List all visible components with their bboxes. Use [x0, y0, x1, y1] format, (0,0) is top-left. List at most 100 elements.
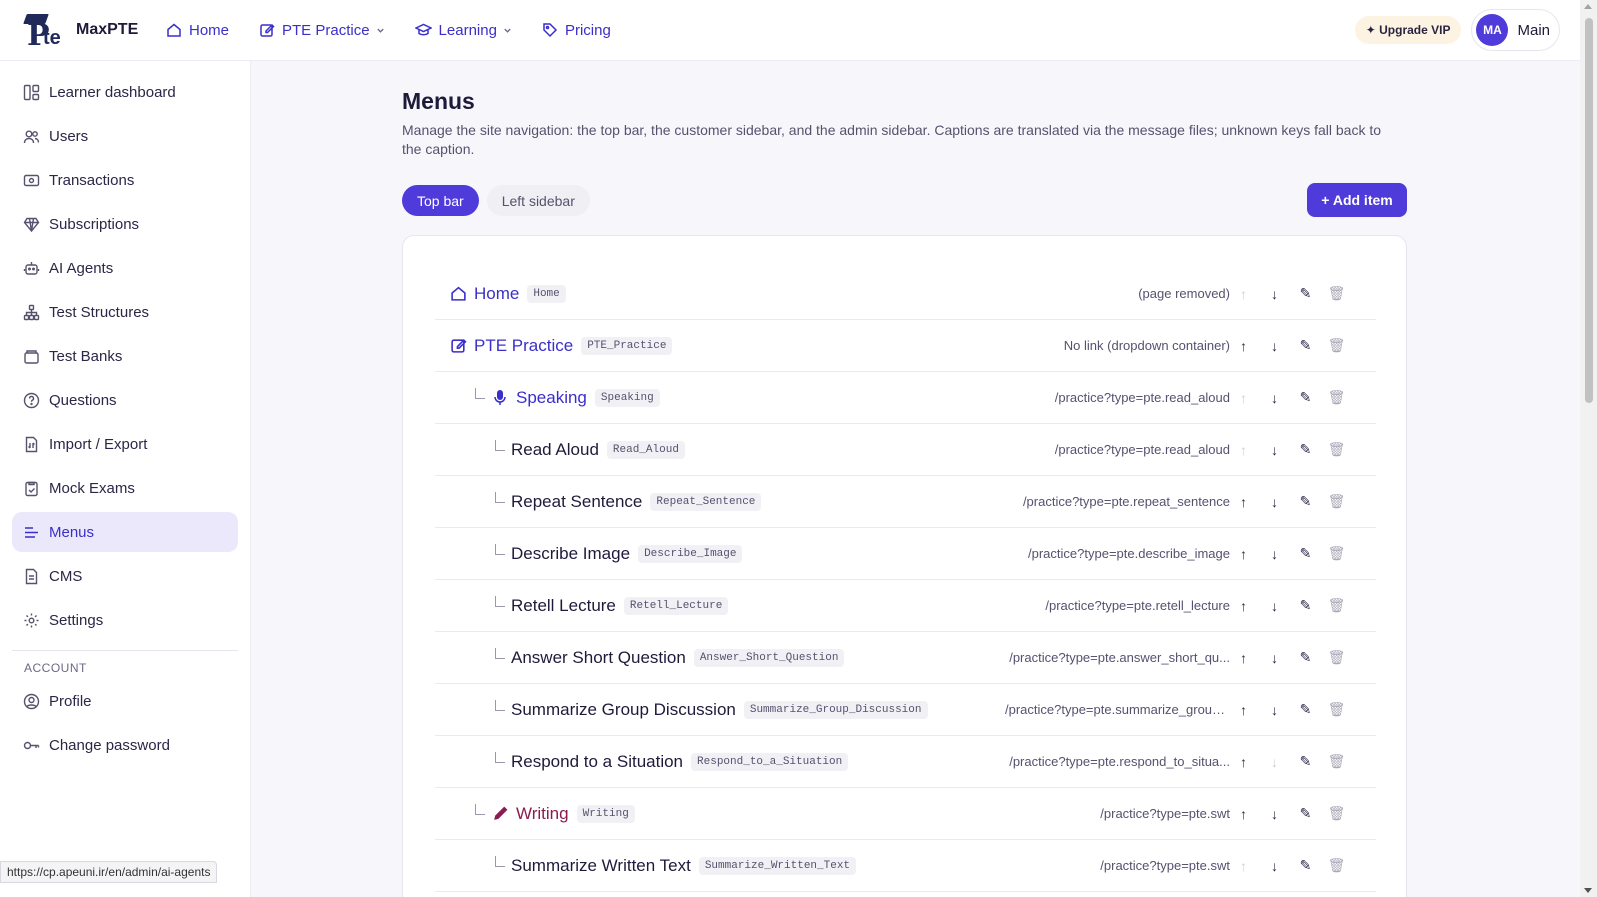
delete-trash-icon[interactable]: 🗑 [1321, 701, 1352, 718]
sidebar-item-learner-dashboard[interactable]: Learner dashboard [12, 72, 238, 112]
edit-pencil-icon[interactable]: ✎ [1290, 493, 1321, 510]
move-down-icon[interactable]: ↓ [1259, 442, 1290, 458]
topnav-home[interactable]: Home [166, 22, 229, 39]
move-up-icon[interactable]: ↑ [1228, 702, 1259, 718]
diamond-icon [23, 217, 40, 232]
move-up-icon[interactable]: ↑ [1228, 806, 1259, 822]
user-menu[interactable]: MA Main [1471, 9, 1560, 51]
edit-pencil-icon[interactable]: ✎ [1290, 545, 1321, 562]
menu-item-label: Describe Image [511, 543, 631, 563]
menu-items-list: Home Home (page removed) ↑ ↓ ✎ 🗑 PTE Practice PT… [435, 268, 1376, 892]
menu-item-label: Writing [516, 803, 569, 823]
sidebar-item-label: CMS [49, 567, 83, 585]
delete-trash-icon[interactable]: 🗑 [1321, 857, 1352, 874]
move-down-icon[interactable]: ↓ [1259, 702, 1290, 718]
move-up-icon[interactable]: ↑ [1228, 650, 1259, 666]
sidebar-item-cms[interactable]: CMS [12, 556, 238, 596]
sidebar-item-menus[interactable]: Menus [12, 512, 238, 552]
upgrade-vip-button[interactable]: ✦ Upgrade VIP [1354, 16, 1462, 44]
pen-icon [491, 805, 509, 823]
sidebar-item-import-export[interactable]: Import / Export [12, 424, 238, 464]
move-up-icon[interactable]: ↑ [1228, 442, 1259, 458]
move-up-icon[interactable]: ↑ [1228, 754, 1259, 770]
edit-pencil-icon[interactable]: ✎ [1290, 649, 1321, 666]
edit-pencil-icon[interactable]: ✎ [1290, 857, 1321, 874]
scroll-up-arrow-icon[interactable] [1584, 4, 1592, 9]
scroll-thumb[interactable] [1585, 18, 1593, 403]
sidebar-item-test-structures[interactable]: Test Structures [12, 292, 238, 332]
delete-trash-icon[interactable]: 🗑 [1321, 805, 1352, 822]
brand-logo[interactable]: Pte MaxPTE [23, 12, 144, 53]
topnav-pte-practice-label: PTE Practice [282, 21, 370, 39]
scroll-down-arrow-icon[interactable] [1584, 888, 1592, 893]
delete-trash-icon[interactable]: 🗑 [1321, 441, 1352, 458]
delete-trash-icon[interactable]: 🗑 [1321, 649, 1352, 666]
page-scrollbar[interactable] [1580, 0, 1597, 897]
move-up-icon[interactable]: ↑ [1228, 858, 1259, 874]
move-up-icon[interactable]: ↑ [1228, 494, 1259, 510]
sidebar-item-profile[interactable]: Profile [12, 681, 238, 721]
file-transfer-icon [25, 436, 38, 452]
sidebar-item-settings[interactable]: Settings [12, 600, 238, 640]
pte-logo-icon: Pte [23, 12, 70, 53]
move-down-icon[interactable]: ↓ [1259, 338, 1290, 354]
move-up-icon[interactable]: ↑ [1228, 338, 1259, 354]
home-icon [449, 285, 467, 303]
edit-pencil-icon[interactable]: ✎ [1290, 805, 1321, 822]
move-down-icon[interactable]: ↓ [1259, 494, 1290, 510]
move-down-icon[interactable]: ↓ [1259, 806, 1290, 822]
edit-pencil-icon[interactable]: ✎ [1290, 441, 1321, 458]
tab-top-bar[interactable]: Top bar [402, 185, 479, 216]
menu-item-link: No link (dropdown container) [1063, 338, 1230, 353]
delete-trash-icon[interactable]: 🗑 [1321, 493, 1352, 510]
robot-icon [23, 261, 40, 275]
move-up-icon[interactable]: ↑ [1228, 546, 1259, 562]
tree-branch-icon [495, 700, 505, 711]
edit-pencil-icon[interactable]: ✎ [1290, 701, 1321, 718]
move-down-icon[interactable]: ↓ [1259, 390, 1290, 406]
move-up-icon[interactable]: ↑ [1228, 390, 1259, 406]
brand-name: MaxPTE [76, 21, 139, 38]
sidebar-item-change-password[interactable]: Change password [12, 725, 238, 765]
move-down-icon[interactable]: ↓ [1259, 754, 1290, 770]
move-up-icon[interactable]: ↑ [1228, 598, 1259, 614]
sidebar-item-subscriptions[interactable]: Subscriptions [12, 204, 238, 244]
delete-trash-icon[interactable]: 🗑 [1321, 285, 1352, 302]
tab-left-sidebar[interactable]: Left sidebar [486, 185, 590, 216]
edit-pencil-icon[interactable]: ✎ [1290, 389, 1321, 406]
sidebar-item-users[interactable]: Users [12, 116, 238, 156]
menu-item-label: PTE Practice [474, 335, 574, 355]
delete-trash-icon[interactable]: 🗑 [1321, 337, 1352, 354]
move-down-icon[interactable]: ↓ [1259, 546, 1290, 562]
menu-item-key-badge: Read_Aloud [606, 440, 685, 459]
menu-row: Respond to a Situation Respond_to_a_Situa… [435, 736, 1376, 788]
question-icon [23, 392, 40, 408]
move-down-icon[interactable]: ↓ [1259, 858, 1290, 874]
sidebar-item-mock-exams[interactable]: Mock Exams [12, 468, 238, 508]
delete-trash-icon[interactable]: 🗑 [1321, 545, 1352, 562]
topnav-pricing[interactable]: Pricing [542, 22, 611, 39]
move-down-icon[interactable]: ↓ [1259, 650, 1290, 666]
topnav-learning[interactable]: Learning [414, 22, 512, 39]
edit-pencil-icon[interactable]: ✎ [1290, 753, 1321, 770]
delete-trash-icon[interactable]: 🗑 [1321, 389, 1352, 406]
menu-item-label: Repeat Sentence [511, 491, 643, 511]
sidebar-item-transactions[interactable]: Transactions [12, 160, 238, 200]
sidebar-item-label: Test Structures [49, 303, 150, 321]
move-down-icon[interactable]: ↓ [1259, 286, 1290, 302]
edit-pencil-icon[interactable]: ✎ [1290, 337, 1321, 354]
delete-trash-icon[interactable]: 🗑 [1321, 753, 1352, 770]
edit-pencil-icon[interactable]: ✎ [1290, 597, 1321, 614]
edit-pencil-icon[interactable]: ✎ [1290, 285, 1321, 302]
row-actions: ↑ ↓ ✎ 🗑 [1228, 493, 1352, 510]
topnav-pte-practice[interactable]: PTE Practice [259, 22, 385, 39]
sidebar-item-ai-agents[interactable]: AI Agents [12, 248, 238, 288]
move-up-icon[interactable]: ↑ [1228, 286, 1259, 302]
sidebar-item-test-banks[interactable]: Test Banks [12, 336, 238, 376]
delete-trash-icon[interactable]: 🗑 [1321, 597, 1352, 614]
sidebar-item-questions[interactable]: Questions [12, 380, 238, 420]
add-item-button[interactable]: + Add item [1307, 183, 1407, 217]
menu-item-label: Answer Short Question [511, 647, 686, 667]
move-down-icon[interactable]: ↓ [1259, 598, 1290, 614]
tree-branch-icon [495, 544, 505, 555]
